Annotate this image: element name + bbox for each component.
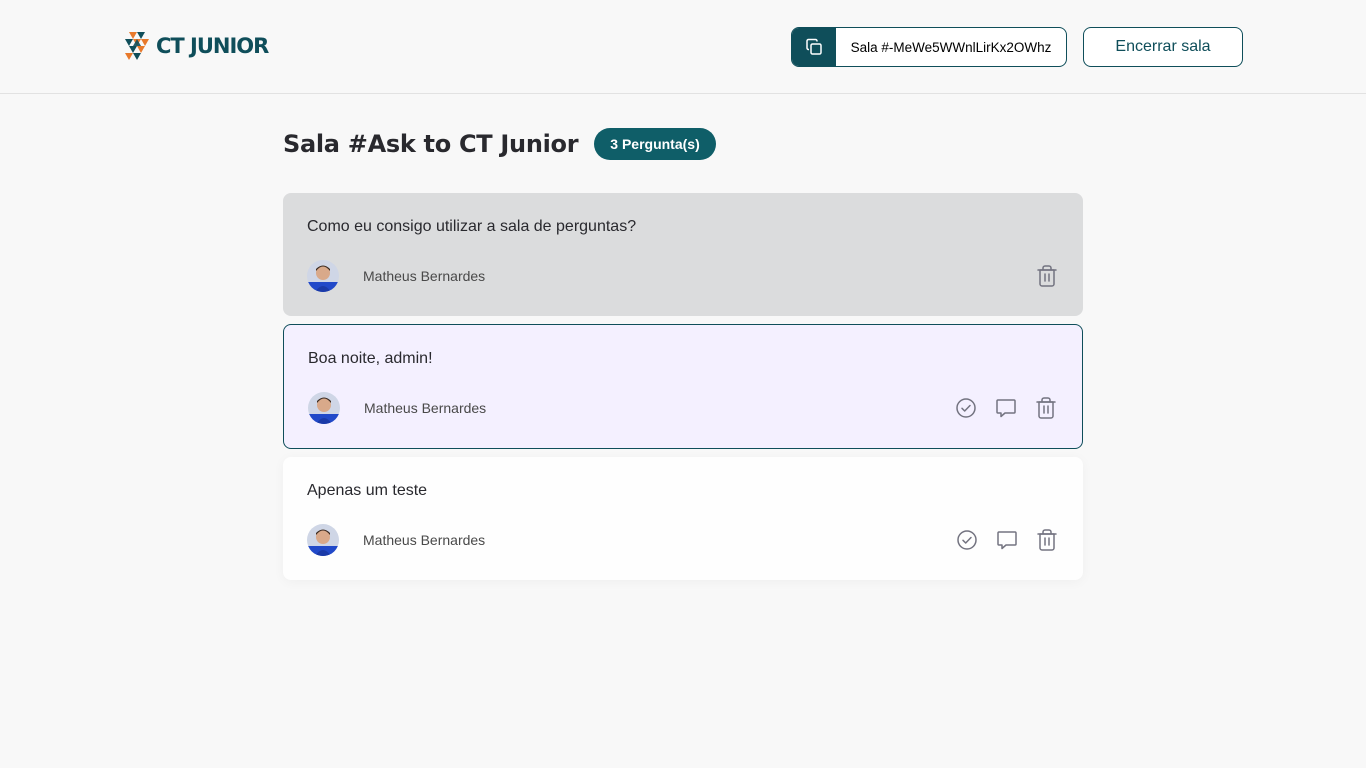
close-room-button[interactable]: Encerrar sala	[1083, 27, 1243, 67]
copy-icon	[806, 38, 822, 55]
check-circle-icon	[957, 530, 977, 550]
copy-icon-box[interactable]	[792, 28, 836, 66]
author-name: Matheus Bernardes	[364, 400, 487, 416]
answer-bubble-icon	[996, 399, 1016, 418]
delete-question-button[interactable]	[1035, 528, 1059, 552]
question-card: Apenas um teste Matheus Bernardes	[283, 457, 1083, 580]
avatar	[308, 392, 340, 424]
mark-answered-button[interactable]	[955, 528, 979, 552]
author-name: Matheus Bernardes	[363, 532, 486, 548]
question-count-badge: 3 Pergunta(s)	[594, 128, 716, 160]
question-footer: Matheus Bernardes	[308, 392, 1058, 424]
logo: CT JUNIOR	[123, 30, 269, 62]
author-name: Matheus Bernardes	[363, 268, 486, 284]
mark-answered-button[interactable]	[954, 396, 978, 420]
delete-question-button[interactable]	[1034, 396, 1058, 420]
avatar	[307, 524, 339, 556]
room-title-row: Sala #Ask to CT Junior 3 Pergunta(s)	[283, 126, 716, 162]
question-footer: Matheus Bernardes	[307, 260, 1059, 292]
avatar	[307, 260, 339, 292]
delete-question-button[interactable]	[1035, 264, 1059, 288]
question-actions	[954, 396, 1058, 420]
question-content: Apenas um teste	[307, 482, 428, 499]
question-actions	[955, 528, 1059, 552]
question-author: Matheus Bernardes	[307, 524, 485, 556]
question-author: Matheus Bernardes	[308, 392, 486, 424]
trash-icon	[1037, 265, 1057, 287]
trash-icon	[1036, 397, 1056, 419]
highlight-question-button[interactable]	[995, 528, 1019, 552]
question-author: Matheus Bernardes	[307, 260, 485, 292]
check-circle-icon	[956, 398, 976, 418]
ct-junior-logo-icon	[125, 32, 149, 60]
question-content: Boa noite, admin!	[308, 350, 433, 367]
question-actions	[1035, 264, 1059, 288]
highlight-question-button[interactable]	[994, 396, 1018, 420]
logo-text: CT JUNIOR	[156, 34, 269, 58]
room-title: Sala #Ask to CT Junior	[283, 130, 579, 158]
question-content: Como eu consigo utilizar a sala de pergu…	[307, 218, 637, 235]
question-card: Boa noite, admin! Matheus Bernardes	[283, 324, 1083, 449]
question-footer: Matheus Bernardes	[307, 524, 1059, 556]
trash-icon	[1037, 529, 1057, 551]
copy-room-code-button[interactable]: Sala #-MeWe5WWnlLirKx2OWhz	[791, 27, 1067, 67]
header: CT JUNIOR Sala #-MeWe5WWnlLirKx2OWhz Enc…	[0, 0, 1366, 94]
answer-bubble-icon	[997, 531, 1017, 550]
room-code-text: Sala #-MeWe5WWnlLirKx2OWhz	[850, 39, 1052, 55]
question-card: Como eu consigo utilizar a sala de pergu…	[283, 193, 1083, 316]
